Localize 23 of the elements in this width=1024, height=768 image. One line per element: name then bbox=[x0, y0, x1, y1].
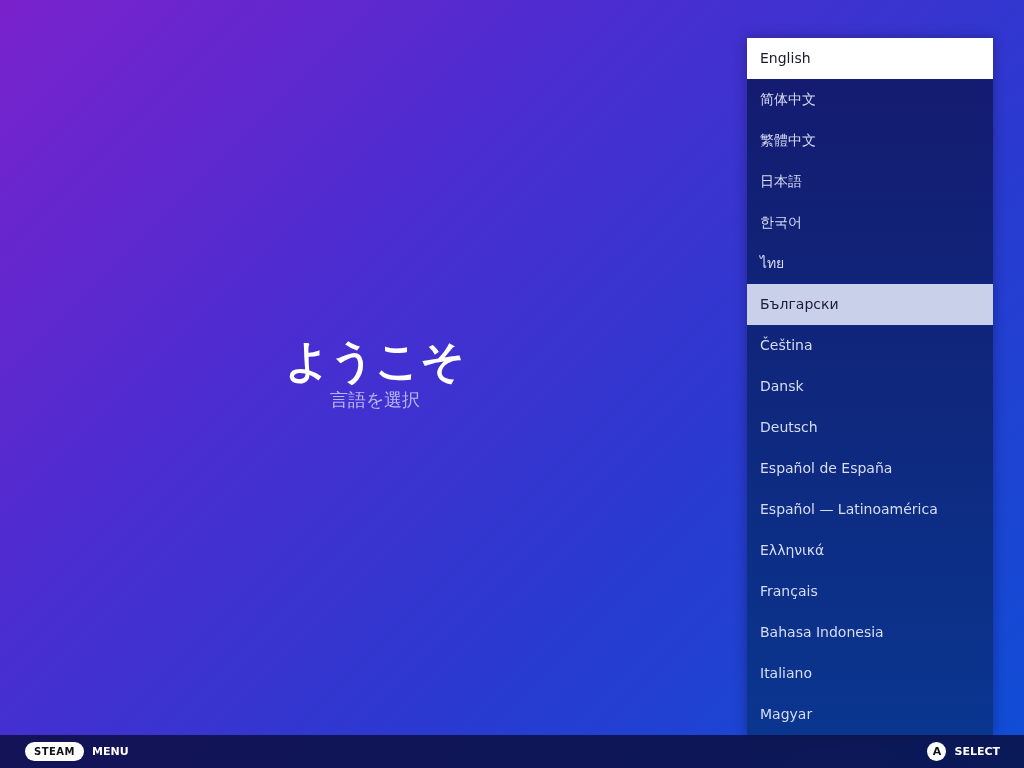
language-option[interactable]: Čeština bbox=[747, 325, 993, 366]
welcome-title: ようこそ bbox=[284, 335, 465, 387]
language-option[interactable]: 繁體中文 bbox=[747, 120, 993, 161]
language-option[interactable]: 한국어 bbox=[747, 202, 993, 243]
a-button-glyph: A bbox=[927, 742, 947, 761]
language-option[interactable]: Deutsch bbox=[747, 407, 993, 448]
select-hint: SELECT bbox=[954, 745, 1000, 758]
language-option[interactable]: Español de España bbox=[747, 448, 993, 489]
language-option[interactable]: English bbox=[747, 38, 993, 79]
language-prompt: 言語を選択 bbox=[329, 388, 420, 412]
menu-hint: MENU bbox=[92, 745, 129, 758]
language-option[interactable]: Ελληνικά bbox=[747, 530, 993, 571]
language-option[interactable]: 日本語 bbox=[747, 161, 993, 202]
language-option[interactable]: Magyar bbox=[747, 694, 993, 735]
language-option[interactable]: Italiano bbox=[747, 653, 993, 694]
language-option[interactable]: 简体中文 bbox=[747, 79, 993, 120]
language-option[interactable]: Français bbox=[747, 571, 993, 612]
language-option[interactable]: Español — Latinoamérica bbox=[747, 489, 993, 530]
steam-button-glyph: STEAM bbox=[25, 742, 85, 761]
language-option[interactable]: ไทย bbox=[747, 243, 993, 284]
language-option[interactable]: Dansk bbox=[747, 366, 993, 407]
language-option[interactable]: Български bbox=[747, 284, 993, 325]
language-option[interactable]: Bahasa Indonesia bbox=[747, 612, 993, 653]
